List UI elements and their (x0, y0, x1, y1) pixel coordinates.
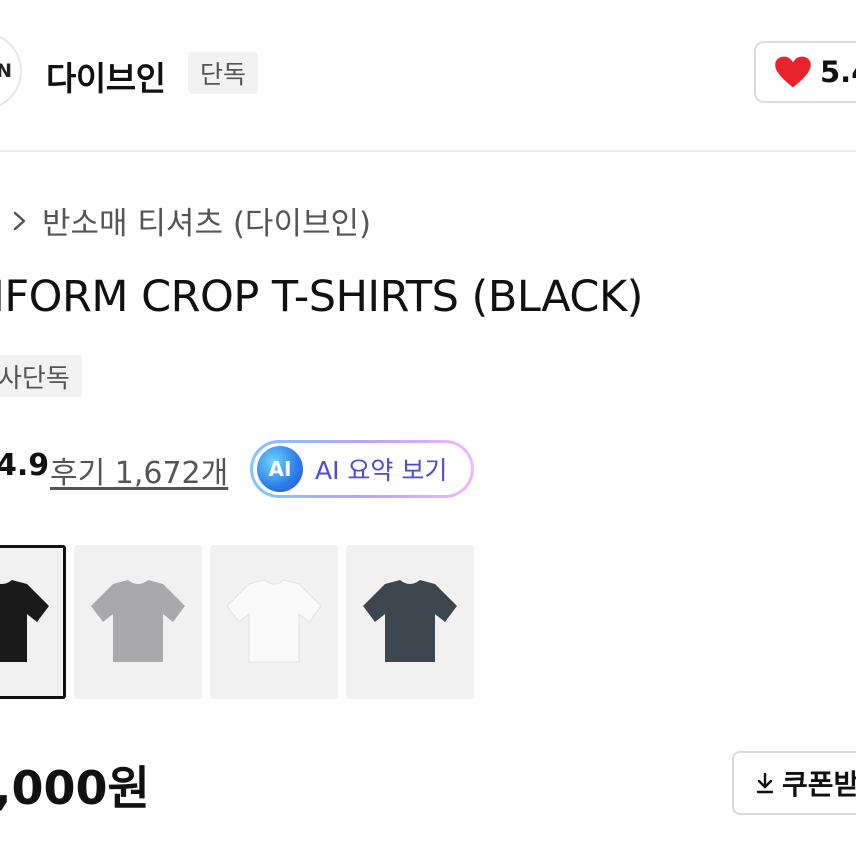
ai-icon-text: AI (268, 457, 292, 481)
brand-exclusive-badge: 단독 (188, 52, 259, 94)
coupon-download-button[interactable]: 쿠폰받 (732, 751, 856, 815)
exclusive-badge: 사단독 (0, 355, 82, 397)
breadcrumb-separator (12, 207, 28, 239)
chevron-right-icon (13, 211, 26, 231)
heart-icon (775, 56, 811, 88)
color-thumbnail-gray[interactable] (74, 545, 202, 699)
color-thumbnail-charcoal[interactable] (346, 545, 474, 699)
color-thumbnail-black[interactable] (0, 545, 66, 699)
tshirt-black-image (0, 580, 49, 662)
breadcrumb-category-link[interactable]: 반소매 티셔츠 (다이브인) (42, 198, 371, 243)
brand-logo[interactable]: N (0, 32, 22, 110)
tshirt-gray-image (91, 580, 185, 662)
rating-score: 4.9 (0, 448, 50, 483)
ai-summary-button[interactable]: AI AI 요약 보기 (250, 440, 474, 498)
ai-icon: AI (257, 446, 303, 492)
like-count: 5.4 (820, 55, 856, 89)
product-page: N 다이브인 단독 5.4 반소매 티셔츠 (다이브인) IIFORM CROP… (0, 0, 856, 856)
coupon-label: 쿠폰받 (782, 768, 856, 801)
tshirt-white-image (226, 579, 322, 663)
exclusive-badge-label: 사단독 (0, 363, 70, 394)
download-icon (756, 772, 774, 794)
tshirt-charcoal-image (363, 580, 457, 662)
ai-summary-label: AI 요약 보기 (315, 456, 448, 485)
brand-name[interactable]: 다이브인 (46, 52, 166, 100)
brand-logo-text: N (0, 60, 12, 82)
product-price: ,000원 (0, 761, 150, 815)
header-divider (0, 150, 856, 152)
review-count-link[interactable]: 후기 1,672개 (50, 448, 228, 492)
brand-badge-label: 단독 (200, 60, 247, 89)
color-thumbnail-white[interactable] (210, 545, 338, 699)
product-title: IIFORM CROP T-SHIRTS (BLACK) (0, 272, 643, 322)
like-button[interactable]: 5.4 (754, 41, 856, 103)
